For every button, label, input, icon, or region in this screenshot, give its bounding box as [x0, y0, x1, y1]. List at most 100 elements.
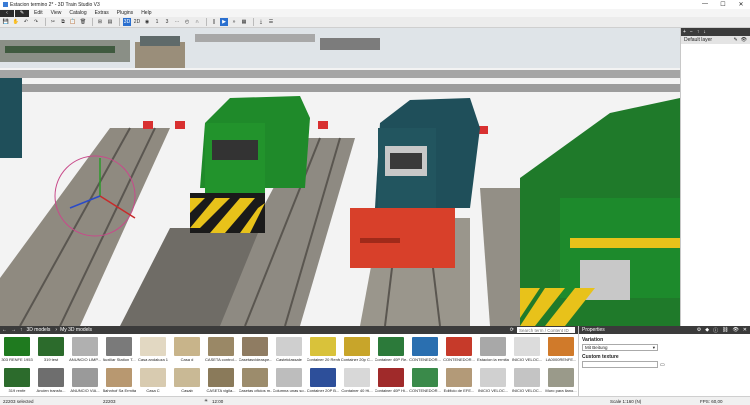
catalog-item-label: Casab: [181, 388, 193, 393]
camera-icon[interactable]: ◉: [143, 18, 151, 26]
arrow-up-icon[interactable]: ↑: [20, 327, 23, 333]
folder-icon[interactable]: ▭: [660, 362, 665, 368]
catalog-item[interactable]: Auxiliar Station T...: [102, 334, 136, 365]
layer-row[interactable]: Default layer ✎ 👁: [681, 36, 750, 44]
catalog-item[interactable]: CASETA control...: [204, 334, 238, 365]
catalog-item[interactable]: Container 20 Renfe: [306, 334, 340, 365]
catalog-item[interactable]: Container 40P Hi...: [374, 365, 408, 396]
clock-icon[interactable]: ◴: [183, 18, 191, 26]
move-up-icon[interactable]: ↑: [697, 29, 700, 35]
catalog-item[interactable]: CONTENEDOR...: [442, 334, 476, 365]
grid-icon[interactable]: ⋯: [173, 18, 181, 26]
catalog-item[interactable]: Muro para llano...: [544, 365, 578, 396]
catalog-item[interactable]: Casetasvideaspe...: [238, 334, 272, 365]
catalog-item[interactable]: INICIO VELOC...: [510, 334, 544, 365]
menu-item-edit[interactable]: Edit: [30, 10, 47, 16]
move-down-icon[interactable]: ↓: [703, 29, 706, 35]
copy-icon[interactable]: ⧉: [59, 18, 67, 26]
catalog-item[interactable]: Ancien transfo...: [34, 365, 68, 396]
track-tool-icon[interactable]: ⊞: [96, 18, 104, 26]
tag-icon[interactable]: ◆: [705, 327, 709, 333]
catalog-item[interactable]: INICIO VELOC...: [476, 365, 510, 396]
catalog-item[interactable]: Container 40 Hi...: [340, 365, 374, 396]
refresh-icon[interactable]: ⟳: [510, 327, 514, 333]
catalog-item[interactable]: 319 test: [34, 334, 68, 365]
catalog-item[interactable]: ANUNCIO VIA...: [68, 365, 102, 396]
catalog-item[interactable]: Edificio de EFE...: [442, 365, 476, 396]
catalog-item[interactable]: Casa andaluza 1: [136, 334, 170, 365]
minimize-button[interactable]: —: [696, 1, 714, 8]
hand-icon[interactable]: ✋: [12, 18, 20, 26]
catalog-item[interactable]: ANUNCIO LIMP...: [68, 334, 102, 365]
pencil-icon[interactable]: ✎: [733, 37, 737, 43]
selection-count: 22203 selected: [3, 398, 34, 404]
catalog-thumbnail: [242, 337, 268, 356]
arrow-left-icon[interactable]: ‹: [0, 9, 14, 17]
catalog-item[interactable]: 319 renfe: [0, 365, 34, 396]
menu-item-view[interactable]: View: [47, 10, 66, 16]
3d-viewport[interactable]: [0, 28, 680, 326]
catalog-item[interactable]: Container 20P B...: [306, 365, 340, 396]
link-icon[interactable]: ⛓: [722, 327, 728, 333]
catalog-item-label: Container 40 Hi...: [341, 388, 373, 393]
catalog-item[interactable]: Bahnhof Sa Ermita: [102, 365, 136, 396]
catalog-item-label: Casetas oficios m...: [238, 388, 272, 393]
eye-icon[interactable]: 👁: [741, 37, 747, 43]
catalog-thumbnail: [344, 337, 370, 356]
view-3d-button[interactable]: 3D: [123, 18, 131, 26]
catalog-item[interactable]: CASETA vigila...: [204, 365, 238, 396]
catalog-item[interactable]: Casa C: [136, 365, 170, 396]
catalog-item[interactable]: Columna unas so...: [272, 365, 306, 396]
eye-icon[interactable]: 👁: [732, 327, 738, 333]
catalog-item[interactable]: CONTENEDOR...: [408, 334, 442, 365]
scene-time: 12:00: [212, 398, 224, 404]
close-button[interactable]: ✕: [732, 1, 750, 8]
breadcrumb-3d-models[interactable]: 3D models: [27, 327, 51, 333]
remove-layer-icon[interactable]: −: [690, 29, 693, 35]
menu-item-catalog[interactable]: Catalog: [65, 10, 90, 16]
add-layer-icon[interactable]: +: [683, 29, 686, 35]
view-2d-button[interactable]: 2D: [133, 18, 141, 26]
variation-select[interactable]: Mit Beitung ▾: [582, 344, 658, 351]
catalog-search-input[interactable]: [517, 327, 575, 333]
catalog-item[interactable]: Container 20p C...: [340, 334, 374, 365]
catalog-item-label: Container 40P Re...: [374, 357, 408, 362]
arrow-left-icon[interactable]: ←: [2, 327, 7, 333]
catalog-item-label: Muro para llano...: [545, 388, 577, 393]
menu-item-extras[interactable]: Extras: [91, 10, 113, 16]
breadcrumb-my-3d-models[interactable]: My 3D models: [60, 327, 92, 333]
pencil-icon[interactable]: ✎: [15, 9, 29, 17]
catalog-item[interactable]: Casetas oficios m...: [238, 365, 272, 396]
magnet-icon[interactable]: ∩: [193, 18, 201, 26]
menu-item-plugins[interactable]: Plugins: [113, 10, 137, 16]
download-icon[interactable]: ⤓: [257, 18, 265, 26]
catalog-item[interactable]: INICIO VELOC...: [510, 365, 544, 396]
catalog-item[interactable]: Container 40P Re...: [374, 334, 408, 365]
cut-icon[interactable]: ✂: [49, 18, 57, 26]
info-icon[interactable]: ⓘ: [713, 327, 718, 334]
delete-icon[interactable]: 🗑: [79, 18, 87, 26]
save-icon[interactable]: 💾: [2, 18, 10, 26]
menu-item-help[interactable]: Help: [137, 10, 155, 16]
arrow-right-icon[interactable]: →: [11, 327, 16, 333]
catalog-item[interactable]: Casab: [170, 365, 204, 396]
catalog-item[interactable]: CONTENEDOR...: [408, 365, 442, 396]
catalog-item[interactable]: Castelclassale: [272, 334, 306, 365]
list-icon[interactable]: ☰: [267, 18, 275, 26]
play-button[interactable]: ▶: [220, 18, 228, 26]
redo-icon[interactable]: ↷: [32, 18, 40, 26]
catalog-item[interactable]: LA0000RENFE...: [544, 334, 578, 365]
layers-icon[interactable]: ▦: [240, 18, 248, 26]
paste-icon[interactable]: 📋: [69, 18, 77, 26]
custom-texture-input[interactable]: [582, 361, 658, 368]
landscape-tool-icon[interactable]: ▤: [106, 18, 114, 26]
pause-button[interactable]: ||: [210, 18, 218, 26]
maximize-button[interactable]: ☐: [714, 1, 732, 8]
close-icon[interactable]: ✕: [743, 327, 747, 333]
undo-icon[interactable]: ↶: [22, 18, 30, 26]
fast-forward-icon[interactable]: »: [230, 18, 238, 26]
catalog-item[interactable]: Estacion la ermita: [476, 334, 510, 365]
catalog-item[interactable]: 303 RENFE 1953: [0, 334, 34, 365]
catalog-item[interactable]: Casa d: [170, 334, 204, 365]
settings-icon[interactable]: ⚙: [697, 327, 701, 333]
